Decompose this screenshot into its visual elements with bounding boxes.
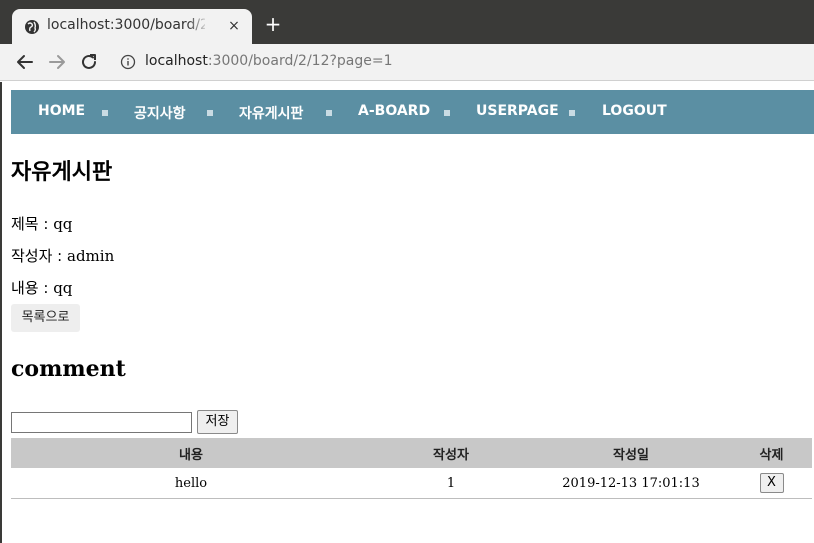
new-tab-button[interactable]: + bbox=[262, 13, 284, 35]
comment-table: 내용 작성자 작성일 삭제 hello 1 2019-12-13 17:01:1… bbox=[11, 438, 812, 499]
tab-title-fade bbox=[187, 15, 209, 37]
comment-author: 1 bbox=[446, 475, 456, 491]
subject-label: 제목 : bbox=[11, 215, 54, 233]
nav-separator bbox=[569, 110, 575, 116]
comment-input[interactable] bbox=[11, 412, 192, 433]
table-header: 내용 작성자 작성일 삭제 bbox=[11, 438, 812, 468]
site-info-icon[interactable] bbox=[120, 54, 136, 70]
post-content: 내용 : qq bbox=[11, 277, 72, 298]
top-navigation: HOME 공지사항 자유게시판 A-BOARD USERPAGE LOGOUT bbox=[11, 90, 814, 134]
column-header-delete: 삭제 bbox=[759, 447, 784, 463]
nav-separator bbox=[326, 110, 332, 116]
table-row: hello 1 2019-12-13 17:01:13 X bbox=[11, 468, 812, 499]
comment-delete-cell: X bbox=[731, 468, 812, 498]
author-label: 작성자 : bbox=[11, 247, 67, 265]
url-host: localhost bbox=[145, 53, 208, 69]
url-path: :3000/board/2/12?page=1 bbox=[207, 53, 393, 69]
comment-content: hello bbox=[174, 475, 208, 491]
column-header-author: 작성자 bbox=[433, 447, 469, 463]
post-author: 작성자 : admin bbox=[11, 245, 114, 266]
page-content: HOME 공지사항 자유게시판 A-BOARD USERPAGE LOGOUT … bbox=[0, 82, 814, 543]
column-header-content: 내용 bbox=[179, 447, 203, 463]
comment-date: 2019-12-13 17:01:13 bbox=[562, 475, 700, 491]
subject-value: qq bbox=[53, 215, 73, 233]
delete-comment-button[interactable]: X bbox=[759, 473, 784, 493]
back-arrow-icon[interactable] bbox=[14, 51, 36, 73]
browser-tab[interactable]: localhost:3000/board/2/12?page=1 × bbox=[12, 9, 252, 44]
comment-section-title: comment bbox=[11, 356, 126, 382]
author-value: admin bbox=[67, 247, 115, 265]
nav-logout[interactable]: LOGOUT bbox=[602, 103, 667, 119]
nav-a-board[interactable]: A-BOARD bbox=[358, 103, 430, 119]
forward-arrow-icon[interactable] bbox=[46, 51, 68, 73]
nav-userpage[interactable]: USERPAGE bbox=[476, 103, 559, 119]
nav-separator bbox=[102, 110, 108, 116]
browser-toolbar: localhost:3000/board/2/12?page=1 bbox=[0, 44, 814, 81]
browser-tab-strip: localhost:3000/board/2/12?page=1 × + bbox=[0, 0, 814, 44]
content-label: 내용 : bbox=[11, 279, 54, 297]
tab-close-button[interactable]: × bbox=[226, 17, 242, 35]
nav-home[interactable]: HOME bbox=[38, 103, 85, 119]
reload-icon[interactable] bbox=[78, 51, 100, 73]
save-comment-button[interactable]: 저장 bbox=[197, 410, 238, 434]
nav-notice[interactable]: 공지사항 bbox=[134, 103, 186, 123]
page-title: 자유게시판 bbox=[11, 160, 113, 185]
address-bar[interactable]: localhost:3000/board/2/12?page=1 bbox=[145, 53, 393, 69]
post-subject: 제목 : qq bbox=[11, 213, 72, 234]
nav-free-board[interactable]: 자유게시판 bbox=[239, 103, 303, 123]
tab-title: localhost:3000/board/2/12?page=1 bbox=[47, 17, 205, 33]
nav-separator bbox=[444, 110, 450, 116]
nav-separator bbox=[207, 110, 213, 116]
column-header-date: 작성일 bbox=[613, 447, 649, 463]
globe-icon bbox=[25, 20, 39, 34]
back-to-list-button[interactable]: 목록으로 bbox=[11, 304, 80, 332]
content-value: qq bbox=[53, 279, 73, 297]
